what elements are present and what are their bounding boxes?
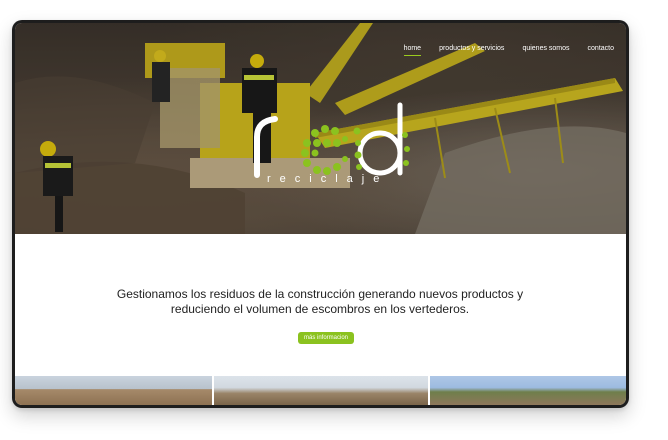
gallery-image-1[interactable] xyxy=(15,376,212,405)
nav-contacto[interactable]: contacto xyxy=(588,45,614,56)
nav-home[interactable]: home xyxy=(403,45,422,56)
browser-screen: home productos y servicios quienes somos… xyxy=(15,23,626,405)
gallery-image-3[interactable] xyxy=(430,376,626,405)
device-frame: home productos y servicios quienes somos… xyxy=(12,20,629,408)
main-nav: home productos y servicios quienes somos… xyxy=(403,45,614,56)
more-info-button[interactable]: más informacion xyxy=(298,332,355,344)
tagline: Gestionamos los residuos de la construcc… xyxy=(116,287,524,316)
hero-banner: home productos y servicios quienes somos… xyxy=(15,23,626,234)
gallery-image-2[interactable] xyxy=(214,376,428,405)
nav-productos-servicios[interactable]: productos y servicios xyxy=(439,45,504,56)
logo-subtitle: reciclaje xyxy=(267,173,389,185)
nav-quienes-somos[interactable]: quienes somos xyxy=(522,45,569,56)
